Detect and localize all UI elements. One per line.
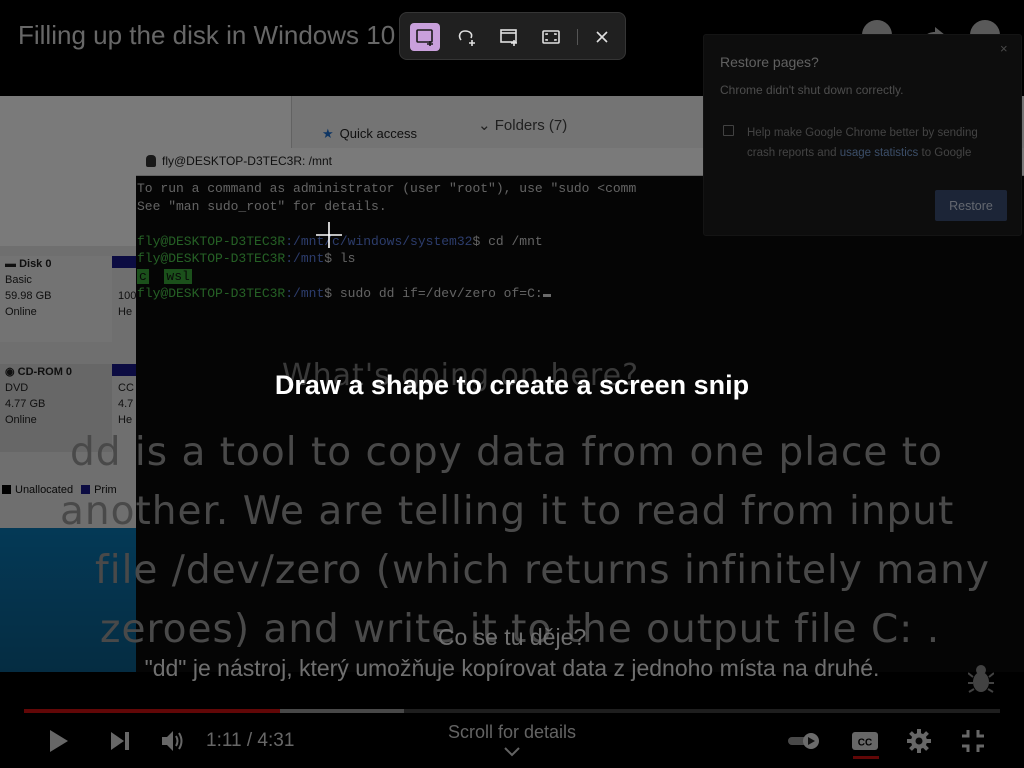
volume-icon <box>162 731 183 751</box>
time-display: 1:11 / 4:31 <box>206 730 295 751</box>
progress-played <box>24 709 280 713</box>
terminal-prompt-line: fly@DESKTOP-D3TEC3R:/mnt$ sudo dd if=/de… <box>137 285 1024 303</box>
close-icon[interactable]: × <box>1000 41 1008 56</box>
restore-title: Restore pages? <box>720 54 819 70</box>
crash-report-label: Help make Google Chrome better by sendin… <box>747 127 978 159</box>
skip-next-icon <box>111 732 129 750</box>
terminal-cursor <box>542 294 551 297</box>
close-icon <box>596 31 608 43</box>
window-snip-button[interactable] <box>494 23 524 51</box>
folders-label: Folders (7) <box>494 117 568 134</box>
usage-statistics-link[interactable]: usage statistics <box>840 147 919 159</box>
cdrom-status: Online <box>5 414 37 426</box>
snip-toolbar <box>399 12 626 60</box>
settings-button[interactable] <box>904 726 934 756</box>
fullscreen-snip-button[interactable] <box>536 23 566 51</box>
disk0-status: Online <box>5 306 37 318</box>
disk0-name: Disk 0 <box>19 258 52 270</box>
fullscreen-snip-icon <box>542 30 560 44</box>
rectangle-snip-button[interactable] <box>410 23 440 51</box>
play-button[interactable] <box>44 726 74 756</box>
disk0-info: ▬ Disk 0 Basic 59.98 GB Online <box>0 256 112 342</box>
subtitle-line-1: Co se tu děje? <box>437 624 587 650</box>
window-snip-icon <box>500 29 517 46</box>
linux-icon <box>146 155 156 167</box>
exit-fullscreen-icon <box>962 730 984 752</box>
next-button[interactable] <box>106 726 134 756</box>
freeform-snip-button[interactable] <box>452 23 482 51</box>
legend-swatch-unallocated <box>2 485 11 494</box>
progress-bar[interactable] <box>24 709 1000 713</box>
disk0-partition-bar <box>112 256 136 268</box>
video-caption-line: dd is a tool to copy data from one place… <box>70 430 943 475</box>
freeform-snip-icon <box>458 30 475 46</box>
close-snip-button[interactable] <box>587 23 617 51</box>
autoplay-icon <box>788 733 819 749</box>
disk0-partition-text: 100 He <box>118 290 137 318</box>
restore-message: Chrome didn't shut down correctly. <box>720 83 904 97</box>
crash-report-checkbox[interactable] <box>723 125 734 136</box>
video-caption-line: file /dev/zero (which returns infinitely… <box>95 548 990 593</box>
video-title[interactable]: Filling up the disk in Windows 10 <box>18 20 395 51</box>
exit-fullscreen-button[interactable] <box>958 726 988 756</box>
gear-icon <box>907 729 931 753</box>
restore-pages-dialog: × Restore pages? Chrome didn't shut down… <box>703 34 1022 236</box>
disk0-type: Basic <box>5 274 32 286</box>
scroll-for-details[interactable]: Scroll for details <box>412 722 612 743</box>
quick-access-item: ★ Quick access <box>322 126 417 142</box>
restore-button[interactable]: Restore <box>935 190 1007 221</box>
channel-watermark-icon[interactable] <box>967 663 995 693</box>
svg-text:CC: CC <box>858 738 872 749</box>
crosshair-cursor-icon <box>315 221 343 249</box>
chevron-down-icon: ⌄ <box>478 117 495 134</box>
chevron-down-icon[interactable] <box>502 745 522 763</box>
disk-icon: ▬ <box>5 258 20 270</box>
disk0-size: 59.98 GB <box>5 290 52 302</box>
quick-access-label: Quick access <box>339 126 417 141</box>
snip-instruction: Draw a shape to create a screen snip <box>274 370 750 400</box>
rectangle-snip-icon <box>416 29 433 46</box>
folders-heading: ⌄ Folders (7) <box>478 116 567 134</box>
cc-icon: CC <box>852 732 878 750</box>
terminal-title: fly@DESKTOP-D3TEC3R: /mnt <box>162 154 332 168</box>
subtitles-active-indicator <box>853 756 879 759</box>
terminal-ls-output: c wsl <box>137 268 192 284</box>
play-icon <box>50 730 68 752</box>
mute-button[interactable] <box>158 726 188 756</box>
star-icon: ★ <box>322 126 334 141</box>
terminal-prompt-line: fly@DESKTOP-D3TEC3R:/mnt$ ls <box>137 251 356 266</box>
autoplay-toggle[interactable] <box>786 726 824 756</box>
video-caption-line: another. We are telling it to read from … <box>60 489 955 534</box>
toolbar-divider <box>577 29 578 45</box>
subtitles-button[interactable]: CC <box>850 726 880 756</box>
subtitle-line-2: "dd" je nástroj, který umožňuje kopírova… <box>144 655 880 681</box>
